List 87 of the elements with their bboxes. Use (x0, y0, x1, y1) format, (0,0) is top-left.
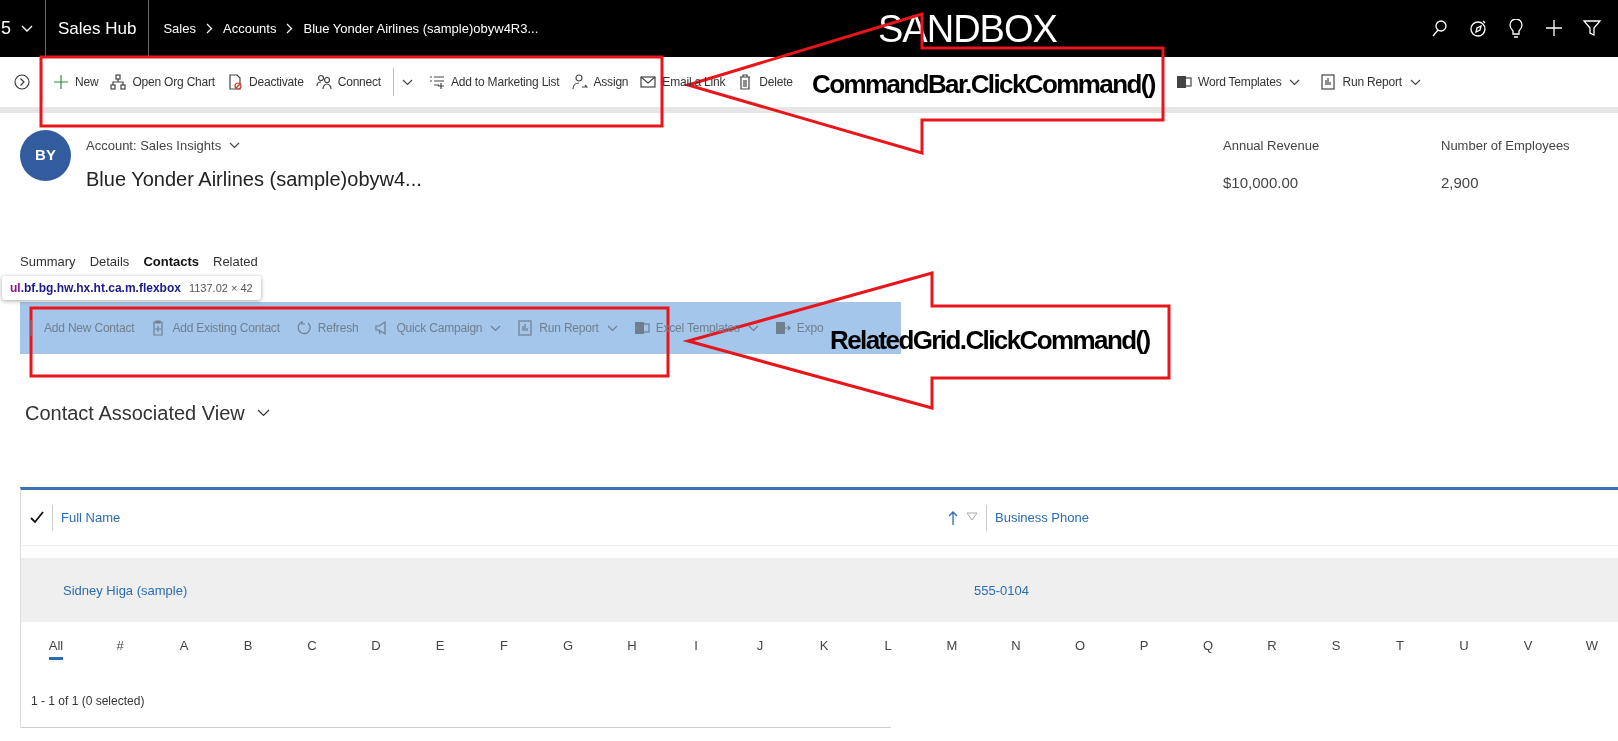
jump-bar-letter[interactable]: L (884, 635, 892, 661)
checkmark-icon[interactable] (30, 510, 44, 525)
jump-bar-letter[interactable]: J (756, 635, 764, 661)
jump-bar-letter[interactable]: V (1523, 635, 1533, 661)
jump-bar-letter[interactable]: All (48, 635, 64, 661)
jump-bar-letter[interactable]: I (694, 635, 698, 661)
jump-bar-letter[interactable]: H (627, 635, 637, 661)
refresh-icon (295, 320, 312, 336)
jump-bar-letter[interactable]: F (500, 635, 508, 661)
jump-bar-letter[interactable]: T (1396, 635, 1404, 661)
chevron-down-icon (229, 142, 241, 150)
callout-label: RelatedGrid.ClickCommand() (830, 324, 1150, 356)
jump-bar-letter[interactable]: M (946, 635, 958, 661)
compass-icon[interactable] (1469, 19, 1487, 38)
envelope-icon (640, 74, 657, 90)
view-selector[interactable]: Contact Associated View (25, 398, 270, 428)
command-button[interactable]: Delete (737, 73, 793, 91)
hierarchy-icon (110, 74, 127, 90)
record-name: Blue Yonder Airlines (sample)obyw4... (86, 166, 422, 192)
jump-bar-letter[interactable]: U (1459, 635, 1469, 661)
field-label: Annual Revenue (1223, 137, 1321, 155)
chevron-down-icon[interactable] (21, 24, 33, 33)
plus-icon[interactable] (1545, 19, 1563, 38)
jump-bar-letter[interactable]: R (1267, 635, 1277, 661)
jump-bar-letter[interactable]: E (435, 635, 445, 661)
chevron-down-icon (402, 78, 413, 86)
excel-icon (633, 320, 650, 336)
command-button[interactable]: Deactivate (227, 73, 304, 91)
callout-label: CommandBar.ClickCommand() (812, 68, 1155, 100)
jump-bar-letter[interactable]: W (1585, 635, 1599, 661)
field-value: 2,900 (1441, 172, 1480, 193)
element-selector: ul.bf.bg.hw.hx.ht.ca.m.flexbox (10, 280, 181, 297)
command-button[interactable]: Word Templates (1176, 73, 1301, 91)
jump-bar-letter[interactable]: P (1139, 635, 1149, 661)
jump-bar-letter[interactable]: Q (1202, 635, 1214, 661)
table-cell-link[interactable]: Sidney Higa (sample) (63, 583, 188, 598)
app-switcher[interactable]: 5 (1, 15, 11, 42)
jump-bar-letter[interactable]: C (307, 635, 317, 661)
tab[interactable]: Contacts (143, 252, 199, 270)
tab[interactable]: Related (213, 252, 258, 270)
form-selector[interactable]: Account: Sales Insights (86, 136, 241, 156)
breadcrumb-link[interactable]: Sales (163, 18, 196, 39)
command-button[interactable]: Open Org Chart (110, 73, 215, 91)
record-count: 1 - 1 of 1 (0 selected) (31, 692, 145, 710)
tab[interactable]: Summary (20, 252, 76, 270)
chevron-right-icon (286, 23, 294, 34)
excel-export-icon (774, 320, 791, 336)
avatar: BY (20, 130, 71, 181)
people-icon (315, 74, 332, 90)
jump-bar-letter[interactable]: B (243, 635, 253, 661)
field-label: Number of Employees (1441, 137, 1571, 155)
jump-bar-letter[interactable]: # (116, 635, 124, 661)
command-button[interactable]: Add to Marketing List (429, 73, 560, 91)
command-button[interactable]: Assign (571, 73, 629, 91)
jump-bar-letter[interactable]: K (819, 635, 829, 661)
jump-bar-letter[interactable]: O (1074, 635, 1086, 661)
command-button[interactable]: Run Report (1320, 73, 1421, 91)
column-header[interactable]: Full Name (61, 507, 121, 528)
jump-bar-letter[interactable]: N (1011, 635, 1021, 661)
word-icon (1176, 74, 1192, 90)
filter-icon[interactable] (1583, 19, 1601, 38)
lightbulb-icon[interactable] (1507, 19, 1525, 38)
report-icon (1320, 74, 1337, 90)
jump-bar-letter[interactable]: A (179, 635, 189, 661)
person-arrow-icon (571, 74, 588, 90)
jump-bar-letter[interactable]: G (562, 635, 574, 661)
field-value: $10,000.00 (1223, 172, 1300, 193)
element-size: 1137.02 × 42 (188, 280, 253, 296)
app-name[interactable]: Sales Hub (58, 15, 137, 42)
chevron-circle-icon[interactable] (14, 74, 30, 90)
plus-icon (53, 74, 69, 90)
command-button[interactable]: New (53, 73, 99, 91)
chevron-right-icon (206, 23, 213, 34)
breadcrumb-link[interactable]: Blue Yonder Airlines (sample)obyw4R3... (303, 18, 539, 39)
breadcrumb-link[interactable]: Accounts (223, 18, 277, 39)
jump-bar-letter[interactable]: S (1331, 635, 1341, 661)
sort-ascending-icon[interactable] (948, 509, 958, 526)
jump-bar-letter[interactable]: D (371, 635, 381, 661)
document-block-icon (227, 74, 243, 90)
report-icon (517, 320, 534, 336)
table-cell-link[interactable]: 555-0104 (974, 583, 1029, 598)
list-add-icon (429, 74, 445, 90)
column-header[interactable]: Business Phone (995, 507, 1089, 528)
command-button[interactable]: Connect (315, 73, 381, 91)
search-icon[interactable] (1431, 19, 1449, 38)
tab[interactable]: Details (89, 252, 130, 270)
chevron-down-icon (256, 409, 270, 417)
